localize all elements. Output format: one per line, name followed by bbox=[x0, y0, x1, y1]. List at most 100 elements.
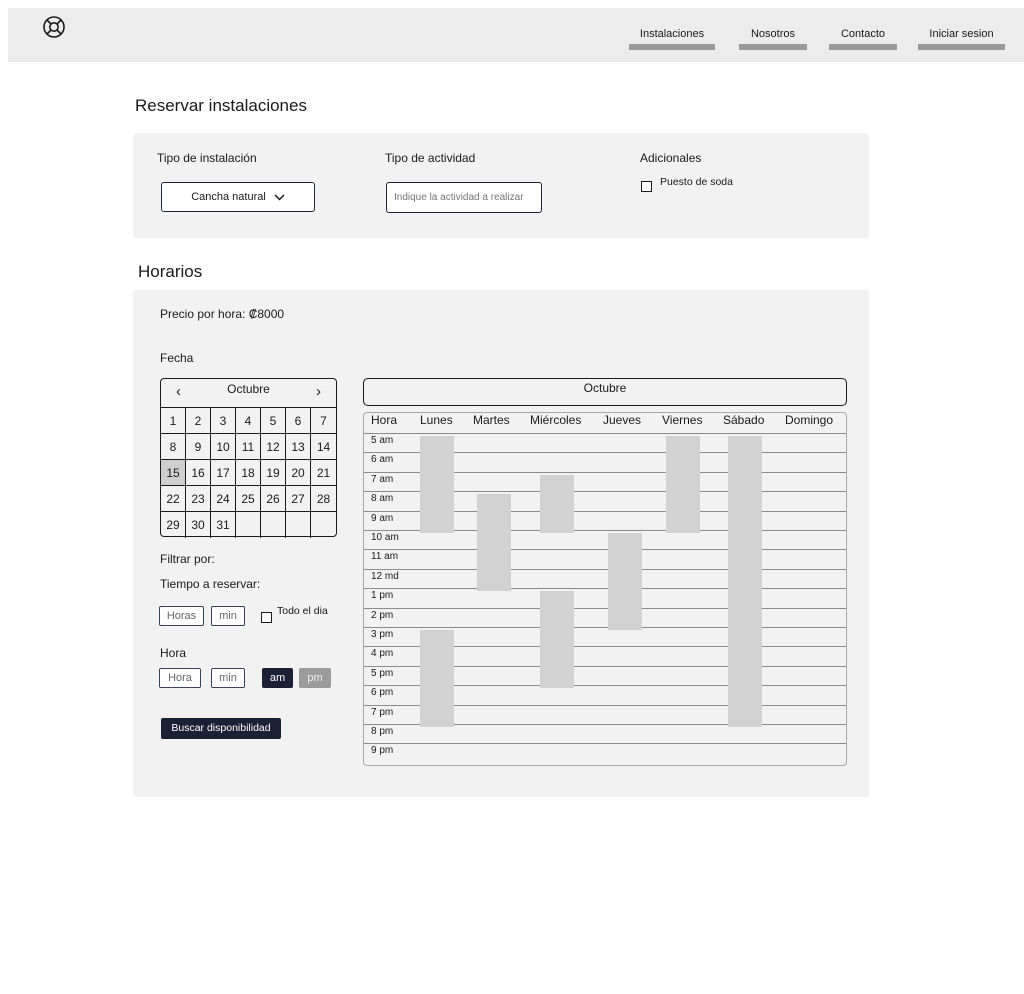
calendar-day[interactable]: 26 bbox=[261, 486, 286, 512]
calendar-day[interactable]: 2 bbox=[186, 408, 211, 434]
hour-label: 8 am bbox=[371, 493, 394, 505]
schedule-day-header: Miércoles bbox=[530, 413, 582, 427]
schedule-day-header: Lunes bbox=[420, 413, 453, 427]
calendar-day[interactable]: 10 bbox=[211, 434, 236, 460]
calendar-empty-cell bbox=[286, 512, 311, 538]
calendar-day[interactable]: 17 bbox=[211, 460, 236, 486]
calendar-empty-cell bbox=[311, 512, 336, 538]
calendar-day[interactable]: 5 bbox=[261, 408, 286, 434]
calendar-day[interactable]: 9 bbox=[186, 434, 211, 460]
calendar-day[interactable]: 24 bbox=[211, 486, 236, 512]
calendar-day[interactable]: 4 bbox=[236, 408, 261, 434]
calendar-day[interactable]: 29 bbox=[161, 512, 186, 538]
minutos-input[interactable]: min bbox=[211, 606, 245, 626]
booked-slot[interactable] bbox=[540, 591, 574, 689]
calendar-day[interactable]: 21 bbox=[311, 460, 336, 486]
nav-nosotros[interactable]: Nosotros bbox=[739, 28, 807, 50]
schedule-hour-row[interactable]: 12 md bbox=[364, 568, 846, 588]
buscar-disponibilidad-button[interactable]: Buscar disponibilidad bbox=[161, 718, 281, 739]
schedule-month-header: Octubre bbox=[363, 378, 847, 406]
schedule-day-header: Martes bbox=[473, 413, 510, 427]
calendar-day[interactable]: 15 bbox=[161, 460, 186, 486]
calendar-day[interactable]: 31 bbox=[211, 512, 236, 538]
booked-slot[interactable] bbox=[420, 630, 454, 727]
nav-underline bbox=[739, 44, 807, 50]
hour-label: 6 pm bbox=[371, 687, 394, 699]
calendar-day[interactable]: 23 bbox=[186, 486, 211, 512]
schedule-day-header: Viernes bbox=[662, 413, 703, 427]
select-value: Cancha natural bbox=[191, 191, 266, 203]
nav-underline bbox=[829, 44, 897, 50]
schedule-hour-column-header: Hora bbox=[371, 413, 398, 427]
hour-label: 5 pm bbox=[371, 667, 394, 679]
hora-label: Hora bbox=[160, 646, 187, 660]
calendar-day[interactable]: 8 bbox=[161, 434, 186, 460]
date-picker: ‹ Octubre › 1 2 3 4 5 6 7 8 9 10 11 12 13 14 15 16 17 18 1… bbox=[160, 378, 337, 538]
tipo-actividad-label: Tipo de actividad bbox=[385, 151, 476, 165]
schedule-day-header: Sábado bbox=[723, 413, 765, 427]
schedule-day-header: Domingo bbox=[785, 413, 834, 427]
puesto-soda-checkbox[interactable] bbox=[641, 181, 652, 192]
nav-label: Nosotros bbox=[750, 28, 796, 40]
calendar-day[interactable]: 11 bbox=[236, 434, 261, 460]
nav-instalaciones[interactable]: Instalaciones bbox=[629, 28, 715, 50]
schedule-hour-row[interactable]: 1 pm bbox=[364, 588, 846, 607]
tipo-instalacion-select[interactable]: Cancha natural bbox=[161, 182, 315, 212]
calendar-day[interactable]: 7 bbox=[311, 408, 336, 434]
schedule-hour-row[interactable]: 11 am bbox=[364, 549, 846, 568]
hora-minutos-input[interactable]: min bbox=[211, 668, 245, 688]
am-toggle-button[interactable]: am bbox=[262, 668, 293, 688]
nav-label: Contacto bbox=[840, 28, 886, 40]
calendar-day[interactable]: 22 bbox=[161, 486, 186, 512]
calendar-day[interactable]: 12 bbox=[261, 434, 286, 460]
hour-label: 6 am bbox=[371, 454, 394, 466]
booked-slot[interactable] bbox=[666, 436, 700, 533]
lifebuoy-icon[interactable] bbox=[42, 15, 66, 39]
hour-label: 12 md bbox=[371, 570, 399, 582]
booked-slot[interactable] bbox=[420, 436, 454, 533]
fecha-label: Fecha bbox=[160, 351, 194, 365]
hour-label: 8 pm bbox=[371, 726, 394, 737]
horas-input[interactable]: Horas bbox=[159, 606, 204, 626]
calendar-day[interactable]: 1 bbox=[161, 408, 186, 434]
calendar-day[interactable]: 27 bbox=[286, 486, 311, 512]
calendar-day[interactable]: 6 bbox=[286, 408, 311, 434]
hour-label: 9 am bbox=[371, 512, 394, 524]
calendar-day[interactable]: 25 bbox=[236, 486, 261, 512]
booked-slot[interactable] bbox=[728, 436, 762, 727]
schedule-month-label: Octubre bbox=[583, 381, 627, 395]
booked-slot[interactable] bbox=[540, 474, 574, 533]
tipo-actividad-input[interactable] bbox=[386, 182, 542, 213]
date-picker-month: Octubre bbox=[227, 382, 270, 396]
calendar-day[interactable]: 3 bbox=[211, 408, 236, 434]
date-picker-grid: 1 2 3 4 5 6 7 8 9 10 11 12 13 14 15 16 17 18 19 20 21 22 23 24 2… bbox=[161, 407, 336, 538]
schedule-hour-row[interactable]: 9 pm bbox=[364, 743, 846, 762]
calendar-day[interactable]: 19 bbox=[261, 460, 286, 486]
todo-el-dia-checkbox[interactable] bbox=[261, 612, 272, 623]
filtrar-label: Filtrar por: bbox=[160, 552, 215, 566]
calendar-day[interactable]: 14 bbox=[311, 434, 336, 460]
calendar-day[interactable]: 20 bbox=[286, 460, 311, 486]
booked-slot[interactable] bbox=[477, 494, 511, 592]
hour-label: 7 am bbox=[371, 473, 394, 485]
calendar-day[interactable]: 30 bbox=[186, 512, 211, 538]
nav-underline bbox=[629, 44, 715, 50]
todo-el-dia-label: Todo el dia bbox=[277, 605, 328, 617]
hour-label: 7 pm bbox=[371, 706, 394, 718]
calendar-day[interactable]: 16 bbox=[186, 460, 211, 486]
schedule-hour-row[interactable]: 2 pm bbox=[364, 607, 846, 627]
calendar-day[interactable]: 13 bbox=[286, 434, 311, 460]
nav-contacto[interactable]: Contacto bbox=[829, 28, 897, 50]
hour-label: 4 pm bbox=[371, 648, 394, 660]
nav-underline bbox=[918, 44, 1005, 50]
pm-toggle-button[interactable]: pm bbox=[299, 668, 331, 688]
nav-iniciar-sesion[interactable]: Iniciar sesion bbox=[918, 28, 1005, 50]
hora-input[interactable]: Hora bbox=[159, 668, 201, 688]
booked-slot[interactable] bbox=[608, 533, 642, 630]
precio-label: Precio por hora: ₡8000 bbox=[160, 307, 285, 321]
adicionales-label: Adicionales bbox=[640, 151, 702, 165]
chevron-right-icon[interactable]: › bbox=[316, 383, 321, 400]
calendar-day[interactable]: 18 bbox=[236, 460, 261, 486]
chevron-down-icon bbox=[274, 193, 285, 201]
calendar-day[interactable]: 28 bbox=[311, 486, 336, 512]
